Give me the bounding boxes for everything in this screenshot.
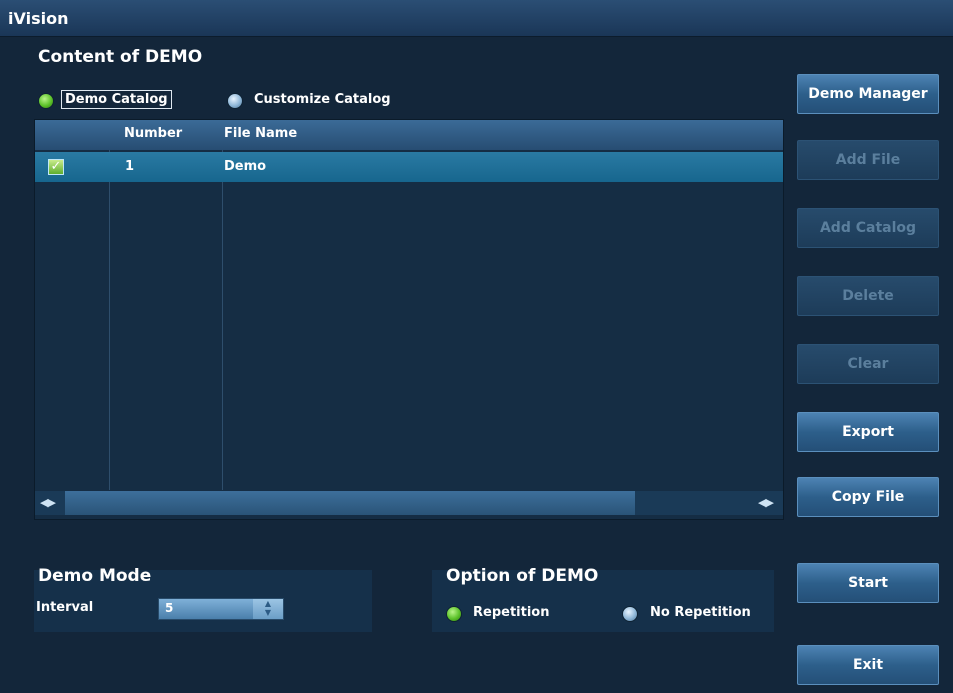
scrollbar-thumb[interactable] — [65, 491, 635, 515]
delete-button[interactable]: Delete — [797, 276, 939, 316]
interval-value[interactable]: 5 — [165, 601, 173, 615]
add-catalog-button[interactable]: Add Catalog — [797, 208, 939, 248]
table-header: Number File Name — [35, 120, 783, 150]
interval-label: Interval — [36, 600, 94, 615]
start-button[interactable]: Start — [797, 563, 939, 603]
demo-catalog-label: Demo Catalog — [61, 90, 172, 109]
scroll-left-right-icon[interactable]: ◀▶ — [40, 496, 56, 509]
radio-off-icon — [227, 93, 243, 109]
demo-manager-button[interactable]: Demo Manager — [797, 74, 939, 114]
interval-spinbox[interactable]: 5 ▲ ▼ — [158, 598, 284, 620]
radio-on-icon — [446, 606, 462, 622]
column-divider — [109, 150, 110, 490]
column-divider — [222, 150, 223, 490]
row-number: 1 — [125, 159, 135, 174]
repetition-label: Repetition — [473, 605, 550, 620]
table-row[interactable]: ✓ 1 Demo — [35, 152, 783, 182]
demo-mode-title: Demo Mode — [38, 566, 152, 586]
file-table: Number File Name ✓ 1 Demo ◀▶ ◀▶ — [34, 119, 784, 520]
no-repetition-label: No Repetition — [650, 605, 751, 620]
header-file-name[interactable]: File Name — [224, 126, 297, 141]
header-number[interactable]: Number — [124, 126, 182, 141]
radio-on-icon — [38, 93, 54, 109]
interval-stepper-icon[interactable]: ▲ ▼ — [253, 599, 283, 619]
option-title: Option of DEMO — [446, 566, 599, 586]
copy-file-button[interactable]: Copy File — [797, 477, 939, 517]
title-bar: iVision — [0, 0, 953, 37]
row-file-name: Demo — [224, 159, 267, 174]
exit-button[interactable]: Exit — [797, 645, 939, 685]
radio-off-icon — [622, 606, 638, 622]
app-title: iVision — [8, 9, 69, 28]
customize-catalog-label: Customize Catalog — [254, 92, 391, 107]
row-checkbox[interactable]: ✓ — [48, 159, 64, 175]
add-file-button[interactable]: Add File — [797, 140, 939, 180]
export-button[interactable]: Export — [797, 412, 939, 452]
content-section-title: Content of DEMO — [38, 47, 203, 67]
horizontal-scrollbar[interactable]: ◀▶ ◀▶ — [35, 491, 783, 515]
scroll-left-right-icon[interactable]: ◀▶ — [758, 496, 774, 509]
clear-button[interactable]: Clear — [797, 344, 939, 384]
